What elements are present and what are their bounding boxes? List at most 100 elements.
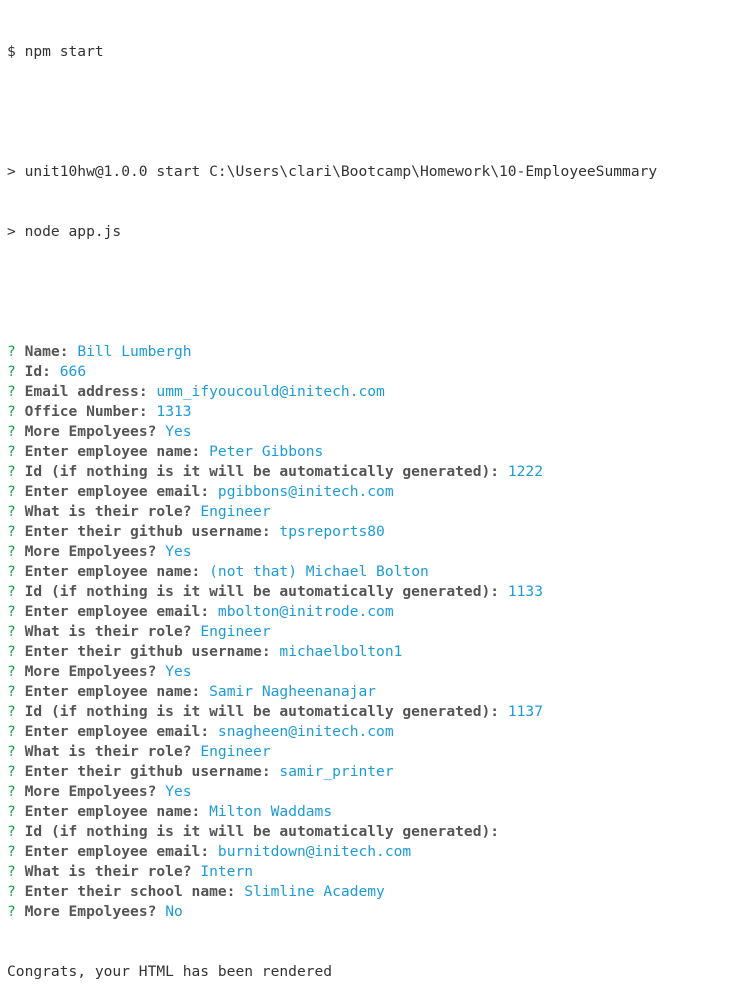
prompt-answer: Yes — [165, 543, 192, 560]
prompt-line: ? Id (if nothing is it will be automatic… — [7, 702, 657, 722]
prompt-list: ? Name: Bill Lumbergh ? Id: 666? Email ad… — [7, 342, 657, 922]
prompt-line: ? Email address: umm_ifyoucould@initech.… — [7, 382, 657, 402]
prompt-label: Name: — [24, 343, 69, 360]
prompt-line: ? What is their role? Intern — [7, 862, 657, 882]
prompt-line: ? Enter their github username: tpsreport… — [7, 522, 657, 542]
prompt-answer: Intern — [200, 863, 254, 880]
question-mark-icon: ? — [7, 843, 16, 860]
prompt-label: More Empolyees? — [24, 903, 157, 920]
prompt-line: ? Enter employee name: (not that) Michae… — [7, 562, 657, 582]
prompt-line: ? More Empolyees? No — [7, 902, 657, 922]
prompt-answer: Slimline Academy — [244, 883, 385, 900]
prompt-label: Id (if nothing is it will be automatical… — [24, 703, 500, 720]
terminal-output: $ npm start > unit10hw@1.0.0 start C:\Us… — [7, 0, 657, 1002]
prompt-line: ? Enter employee name: Peter Gibbons — [7, 442, 657, 462]
question-mark-icon: ? — [7, 543, 16, 560]
prompt-line: ? Enter employee name: Milton Waddams — [7, 802, 657, 822]
prompt-label: Enter employee email: — [24, 843, 210, 860]
node-command-line: > node app.js — [7, 223, 122, 240]
prompt-label: More Empolyees? — [24, 663, 157, 680]
question-mark-icon: ? — [7, 743, 16, 760]
prompt-answer: tpsreports80 — [279, 523, 385, 540]
prompt-label: Enter employee name: — [24, 803, 201, 820]
question-mark-icon: ? — [7, 443, 16, 460]
npm-script-line: > unit10hw@1.0.0 start C:\Users\clari\Bo… — [7, 163, 658, 180]
question-mark-icon: ? — [7, 623, 16, 640]
prompt-line: ? Enter their school name: Slimline Acad… — [7, 882, 657, 902]
prompt-label: Enter their github username: — [24, 763, 271, 780]
question-mark-icon: ? — [7, 403, 16, 420]
prompt-label: Enter employee name: — [24, 683, 201, 700]
prompt-label: Enter their school name: — [24, 883, 236, 900]
question-mark-icon: ? — [7, 763, 16, 780]
command-prompt-line: $ npm start — [7, 43, 104, 60]
prompt-line: ? More Empolyees? Yes — [7, 662, 657, 682]
prompt-label: Id (if nothing is it will be automatical… — [24, 823, 500, 840]
prompt-label: More Empolyees? — [24, 423, 157, 440]
question-mark-icon: ? — [7, 723, 16, 740]
question-mark-icon: ? — [7, 363, 16, 380]
prompt-label: Enter employee name: — [24, 563, 201, 580]
prompt-line: ? Enter employee email: pgibbons@initech… — [7, 482, 657, 502]
question-mark-icon: ? — [7, 683, 16, 700]
completion-message: Congrats, your HTML has been rendered — [7, 963, 333, 980]
question-mark-icon: ? — [7, 703, 16, 720]
prompt-line: ? What is their role? Engineer — [7, 742, 657, 762]
prompt-line: ? Office Number: 1313 — [7, 402, 657, 422]
prompt-answer: 1222 — [507, 463, 544, 480]
prompt-line: ? More Empolyees? Yes — [7, 542, 657, 562]
prompt-answer: samir_printer — [279, 763, 394, 780]
prompt-answer: Engineer — [200, 743, 271, 760]
question-mark-icon: ? — [7, 483, 16, 500]
prompt-label: Enter their github username: — [24, 523, 271, 540]
question-mark-icon: ? — [7, 583, 16, 600]
prompt-line: ? More Empolyees? Yes — [7, 782, 657, 802]
prompt-label: Enter employee email: — [24, 603, 210, 620]
prompt-label: Enter employee email: — [24, 723, 210, 740]
prompt-line: ? Enter their github username: michaelbo… — [7, 642, 657, 662]
question-mark-icon: ? — [7, 423, 16, 440]
prompt-label: What is their role? — [24, 503, 192, 520]
prompt-answer: pgibbons@initech.com — [217, 483, 394, 500]
prompt-label: What is their role? — [24, 863, 192, 880]
prompt-line: ? What is their role? Engineer — [7, 622, 657, 642]
prompt-answer: 1137 — [507, 703, 544, 720]
question-mark-icon: ? — [7, 783, 16, 800]
prompt-answer: Bill Lumbergh — [77, 343, 192, 360]
prompt-answer: Engineer — [200, 623, 271, 640]
prompt-line: ? Enter employee email: burnitdown@inite… — [7, 842, 657, 862]
prompt-answer: michaelbolton1 — [279, 643, 403, 660]
prompt-answer: Samir Nagheenanajar — [209, 683, 377, 700]
prompt-label: What is their role? — [24, 623, 192, 640]
question-mark-icon: ? — [7, 523, 16, 540]
question-mark-icon: ? — [7, 603, 16, 620]
prompt-answer: No — [165, 903, 183, 920]
prompt-label: Enter their github username: — [24, 643, 271, 660]
prompt-label: Id (if nothing is it will be automatical… — [24, 583, 500, 600]
prompt-label: Id (if nothing is it will be automatical… — [24, 463, 500, 480]
prompt-label: Office Number: — [24, 403, 148, 420]
prompt-line: ? Enter employee email: snagheen@initech… — [7, 722, 657, 742]
prompt-label: More Empolyees? — [24, 783, 157, 800]
prompt-answer: (not that) Michael Bolton — [209, 563, 429, 580]
prompt-line: ? Id (if nothing is it will be automatic… — [7, 822, 657, 842]
question-mark-icon: ? — [7, 503, 16, 520]
prompt-line: ? Id: 666 — [7, 362, 657, 382]
prompt-answer: Peter Gibbons — [209, 443, 324, 460]
prompt-answer: snagheen@initech.com — [217, 723, 394, 740]
question-mark-icon: ? — [7, 663, 16, 680]
prompt-label: Email address: — [24, 383, 148, 400]
question-mark-icon: ? — [7, 563, 16, 580]
prompt-label: What is their role? — [24, 743, 192, 760]
prompt-answer: mbolton@initrode.com — [217, 603, 394, 620]
prompt-line: ? Id (if nothing is it will be automatic… — [7, 582, 657, 602]
question-mark-icon: ? — [7, 643, 16, 660]
question-mark-icon: ? — [7, 823, 16, 840]
prompt-line: ? Id (if nothing is it will be automatic… — [7, 462, 657, 482]
prompt-line: ? Enter employee name: Samir Nagheenanaj… — [7, 682, 657, 702]
prompt-line: ? More Empolyees? Yes — [7, 422, 657, 442]
prompt-answer: Engineer — [200, 503, 271, 520]
prompt-line: ? What is their role? Engineer — [7, 502, 657, 522]
prompt-answer: burnitdown@initech.com — [217, 843, 412, 860]
